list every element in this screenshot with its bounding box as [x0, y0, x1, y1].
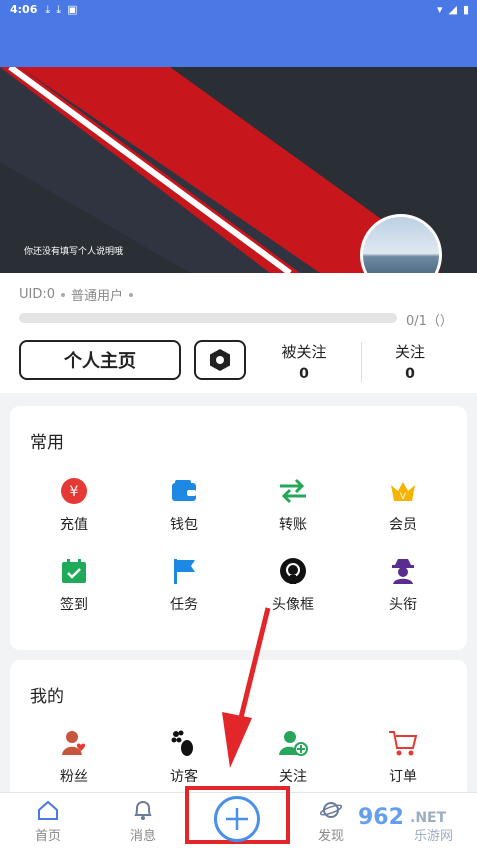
- level-progress-bar: [19, 313, 397, 323]
- grid-item-recharge[interactable]: ¥ 充值: [24, 476, 124, 534]
- watermark-tld: .NET: [410, 810, 447, 826]
- followers-stat[interactable]: 被关注 0: [264, 341, 344, 382]
- following-count: 0: [405, 366, 415, 382]
- grid-item-label: 头衔: [389, 597, 417, 613]
- download-icon: ⤓: [45, 2, 51, 16]
- level-progress-text: 0/1（）: [406, 314, 453, 329]
- status-time: 4:06: [10, 3, 38, 16]
- grid-item-label: 签到: [60, 597, 88, 613]
- home-icon: [13, 799, 83, 821]
- grid-item-label: 粉丝: [60, 769, 88, 785]
- yuan-coin-icon: ¥: [59, 476, 89, 506]
- grid-item-orders[interactable]: 订单: [353, 728, 453, 786]
- grid-item-label: 会员: [389, 517, 417, 533]
- banner-intro-text: 你还没有填写个人说明哦: [24, 247, 124, 257]
- grid-item-wallet[interactable]: 钱包: [134, 476, 234, 534]
- watermark-sub: 乐游网: [414, 829, 453, 844]
- transfer-arrows-icon: [278, 476, 308, 506]
- hexagon-settings-icon: [210, 349, 230, 371]
- github-icon: [278, 556, 308, 586]
- spy-icon: [388, 556, 418, 586]
- wallet-icon: [169, 476, 199, 506]
- following-stat[interactable]: 关注 0: [370, 341, 450, 382]
- followers-label: 被关注: [281, 343, 327, 361]
- separator-dot: [129, 292, 134, 297]
- common-section-title: 常用: [30, 433, 64, 453]
- flag-icon: [169, 556, 199, 586]
- wifi-icon: ▾: [436, 3, 443, 16]
- grid-item-title[interactable]: 头衔: [353, 556, 453, 614]
- common-section-card: 常用 ¥ 充值 钱包 转账 V 会员 签到 任务 头像框 头衔: [10, 406, 467, 650]
- bell-icon: [108, 799, 178, 821]
- status-bar: 4:06 ⤓ ⤓ ▣ ▾ ◢ ▮: [0, 0, 477, 19]
- grid-item-label: 充值: [60, 517, 88, 533]
- user-plus-icon: [278, 728, 308, 758]
- grid-item-label: 关注: [279, 769, 307, 785]
- svg-text:¥: ¥: [70, 484, 79, 500]
- grid-item-vip[interactable]: V 会员: [353, 476, 453, 534]
- nav-messages-label: 消息: [129, 829, 156, 844]
- grid-item-label: 头像框: [272, 597, 314, 613]
- grid-item-label: 转账: [279, 517, 307, 533]
- grid-item-label: 任务: [170, 597, 198, 613]
- mine-section-title: 我的: [30, 687, 64, 707]
- user-info-panel: UID:0 普通用户 0/1（） 个人主页 被关注 0 关注 0: [0, 273, 477, 393]
- cart-icon: [388, 728, 418, 758]
- svg-text:V: V: [400, 492, 407, 502]
- user-type: 普通用户: [71, 289, 124, 304]
- fans-icon: [59, 728, 89, 758]
- app-notification-icon: ▣: [67, 3, 78, 16]
- grid-item-visitors[interactable]: 访客: [134, 728, 234, 786]
- following-label: 关注: [394, 343, 425, 361]
- publish-plus-button[interactable]: [214, 796, 260, 842]
- footprint-icon: [169, 728, 199, 758]
- grid-item-fans[interactable]: 粉丝: [24, 728, 124, 786]
- download-icon: ⤓: [56, 2, 62, 16]
- nav-messages[interactable]: 消息: [108, 799, 178, 844]
- signal-icon: ◢: [448, 3, 457, 16]
- nav-home[interactable]: 首页: [13, 799, 83, 844]
- uid-line: UID:0 普通用户: [19, 285, 134, 304]
- uid-text: UID:0: [19, 287, 56, 302]
- watermark-brand: 962: [358, 805, 404, 830]
- plus-icon: [226, 808, 248, 830]
- crown-icon: V: [388, 476, 418, 506]
- grid-item-avatar-frame[interactable]: 头像框: [243, 556, 343, 614]
- app-bar: [0, 19, 477, 67]
- grid-item-label: 访客: [170, 769, 198, 785]
- grid-item-following[interactable]: 关注: [243, 728, 343, 786]
- grid-item-checkin[interactable]: 签到: [24, 556, 124, 614]
- grid-item-label: 订单: [389, 769, 417, 785]
- separator-dot: [61, 292, 66, 297]
- settings-button[interactable]: [194, 340, 246, 380]
- followers-count: 0: [299, 366, 309, 382]
- watermark-logo: 962 .NET 乐游网: [330, 800, 470, 844]
- stat-divider: [361, 342, 362, 382]
- battery-icon: ▮: [462, 3, 469, 16]
- mine-section-card: 我的 粉丝 访客 关注 订单: [10, 660, 467, 800]
- calendar-check-icon: [59, 556, 89, 586]
- grid-item-task[interactable]: 任务: [134, 556, 234, 614]
- grid-item-transfer[interactable]: 转账: [243, 476, 343, 534]
- personal-homepage-button[interactable]: 个人主页: [19, 340, 181, 380]
- nav-home-label: 首页: [34, 829, 61, 844]
- grid-item-label: 钱包: [170, 517, 198, 533]
